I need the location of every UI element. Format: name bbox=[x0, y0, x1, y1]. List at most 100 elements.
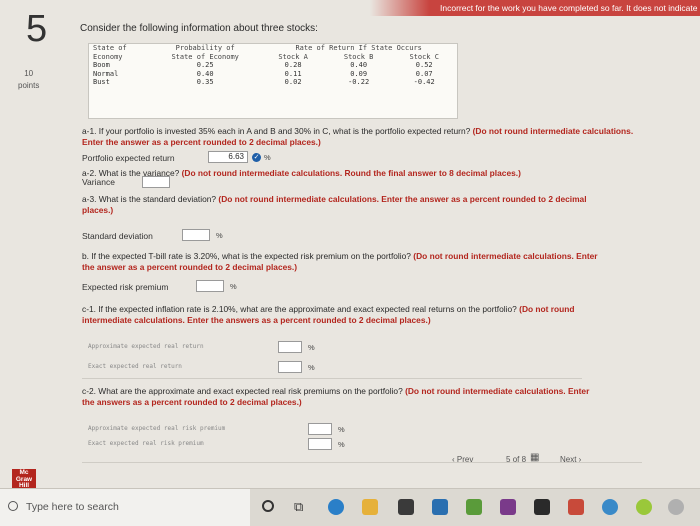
table-cell: 0.25 bbox=[196, 61, 214, 69]
question-panel: Consider the following information about… bbox=[70, 16, 700, 486]
percent-unit: % bbox=[308, 363, 315, 372]
edge-icon[interactable] bbox=[328, 499, 344, 515]
question-b: b. If the expected T-bill rate is 3.20%,… bbox=[82, 251, 602, 273]
taskbar: Type here to search ⧉ bbox=[0, 488, 700, 526]
percent-unit: % bbox=[338, 425, 345, 434]
portfolio-expected-return-input[interactable]: 6.63 bbox=[208, 151, 248, 163]
app-icon[interactable] bbox=[636, 499, 652, 515]
table-header-row: Economy State of Economy Stock A Stock B… bbox=[89, 53, 457, 62]
table-header-row: State of Probability of Rate of Return I… bbox=[89, 44, 457, 53]
table-header-cell: State of bbox=[93, 44, 127, 52]
section-divider bbox=[82, 378, 582, 379]
table-header-cell: Stock A bbox=[278, 52, 308, 61]
table-row: Boom 0.25 0.28 0.40 0.52 bbox=[89, 61, 457, 70]
expected-risk-premium-label: Expected risk premium bbox=[82, 282, 169, 292]
chevron-right-icon: › bbox=[576, 455, 582, 464]
table-cell: 0.40 bbox=[350, 61, 368, 69]
feedback-banner-text: Incorrect for the work you have complete… bbox=[440, 3, 698, 13]
question-c2: c-2. What are the approximate and exact … bbox=[82, 386, 602, 408]
app-icon[interactable] bbox=[568, 499, 584, 515]
exact-real-risk-premium-label: Exact expected real risk premium bbox=[88, 440, 204, 447]
percent-unit: % bbox=[338, 440, 345, 449]
table-cell: 0.28 bbox=[284, 61, 302, 69]
page-current: 5 bbox=[506, 455, 511, 464]
taskbar-search[interactable]: Type here to search bbox=[0, 489, 250, 526]
table-header-cell: Probability of bbox=[175, 44, 235, 52]
grid-icon[interactable]: ▦ bbox=[530, 452, 539, 463]
points-value: 10 bbox=[24, 69, 34, 78]
question-a3: a-3. What is the standard deviation? (Do… bbox=[82, 194, 602, 216]
table-header-cell: Stock B bbox=[343, 52, 374, 61]
table-cell: 0.35 bbox=[196, 78, 214, 86]
points-info: 10 points bbox=[18, 68, 39, 92]
next-button[interactable]: Next › bbox=[560, 455, 581, 464]
question-a1-text: a-1. If your portfolio is invested 35% e… bbox=[82, 126, 471, 136]
prev-button[interactable]: ‹ Prev bbox=[452, 455, 473, 464]
nav-divider bbox=[82, 462, 642, 463]
variance-input[interactable] bbox=[142, 176, 170, 188]
cortana-icon[interactable] bbox=[262, 500, 274, 512]
app-icon[interactable] bbox=[668, 499, 684, 515]
store-icon[interactable] bbox=[398, 499, 414, 515]
percent-unit: % bbox=[230, 282, 237, 291]
table-cell: 0.11 bbox=[284, 69, 302, 78]
table-cell: Bust bbox=[93, 78, 110, 86]
table-cell: Boom bbox=[93, 61, 110, 69]
question-a2-instruction: (Do not round intermediate calculations.… bbox=[181, 168, 521, 178]
app-icon[interactable] bbox=[602, 499, 618, 515]
percent-unit: % bbox=[308, 343, 315, 352]
percent-unit: % bbox=[216, 231, 223, 240]
search-icon bbox=[8, 501, 18, 511]
table-header-cell: Rate of Return If State Occurs bbox=[295, 44, 422, 52]
table-header-cell: State of Economy bbox=[171, 52, 239, 61]
exact-real-risk-premium-input[interactable] bbox=[308, 438, 332, 450]
standard-deviation-label: Standard deviation bbox=[82, 231, 153, 241]
page-of: of bbox=[512, 455, 520, 464]
table-cell: -0.22 bbox=[348, 78, 370, 86]
question-c2-text: c-2. What are the approximate and exact … bbox=[82, 386, 403, 396]
question-intro: Consider the following information about… bbox=[80, 23, 318, 34]
table-cell: 0.02 bbox=[284, 78, 302, 86]
app-icon[interactable] bbox=[466, 499, 482, 515]
next-label: Next bbox=[560, 455, 577, 464]
prev-label: Prev bbox=[456, 455, 474, 464]
stock-info-table: State of Probability of Rate of Return I… bbox=[88, 43, 458, 119]
approx-real-return-label: Approximate expected real return bbox=[88, 343, 204, 350]
task-view-icon[interactable]: ⧉ bbox=[294, 499, 310, 515]
portfolio-expected-return-label: Portfolio expected return bbox=[82, 153, 175, 163]
question-c1: c-1. If the expected inflation rate is 2… bbox=[82, 304, 602, 326]
question-number: 5 bbox=[26, 8, 48, 50]
mcgraw-hill-logo: Mc Graw Hill bbox=[12, 469, 36, 489]
app-icon[interactable] bbox=[500, 499, 516, 515]
table-cell: -0.42 bbox=[413, 78, 435, 86]
question-a1: a-1. If your portfolio is invested 35% e… bbox=[82, 126, 642, 148]
exact-real-return-label: Exact expected real return bbox=[88, 363, 182, 370]
table-row: Normal 0.40 0.11 0.09 0.07 bbox=[89, 70, 457, 79]
expected-risk-premium-input[interactable] bbox=[196, 280, 224, 292]
table-cell: Normal bbox=[93, 69, 119, 78]
approx-real-risk-premium-label: Approximate expected real risk premium bbox=[88, 425, 226, 432]
question-c1-text: c-1. If the expected inflation rate is 2… bbox=[82, 304, 517, 314]
mail-icon[interactable] bbox=[432, 499, 448, 515]
table-row: Bust 0.35 0.02 -0.22 -0.42 bbox=[89, 78, 457, 87]
app-icon[interactable] bbox=[534, 499, 550, 515]
checkmark-icon: ✓ bbox=[252, 153, 261, 162]
question-a3-text: a-3. What is the standard deviation? bbox=[82, 194, 217, 204]
approx-real-return-input[interactable] bbox=[278, 341, 302, 353]
page-indicator: 5 of 8 bbox=[506, 455, 526, 464]
page-total: 8 bbox=[521, 455, 527, 464]
file-explorer-icon[interactable] bbox=[362, 499, 378, 515]
points-label: points bbox=[18, 81, 40, 90]
feedback-banner: Incorrect for the work you have complete… bbox=[370, 0, 700, 16]
table-header-cell: Stock C bbox=[409, 52, 439, 61]
variance-label: Variance bbox=[82, 177, 115, 187]
taskbar-search-placeholder: Type here to search bbox=[26, 501, 119, 513]
standard-deviation-input[interactable] bbox=[182, 229, 210, 241]
table-cell: 0.07 bbox=[415, 69, 433, 78]
exact-real-return-input[interactable] bbox=[278, 361, 302, 373]
percent-unit: % bbox=[264, 153, 271, 162]
approx-real-risk-premium-input[interactable] bbox=[308, 423, 332, 435]
table-cell: 0.52 bbox=[415, 61, 433, 69]
question-b-text: b. If the expected T-bill rate is 3.20%,… bbox=[82, 251, 411, 261]
table-cell: 0.40 bbox=[196, 69, 214, 78]
